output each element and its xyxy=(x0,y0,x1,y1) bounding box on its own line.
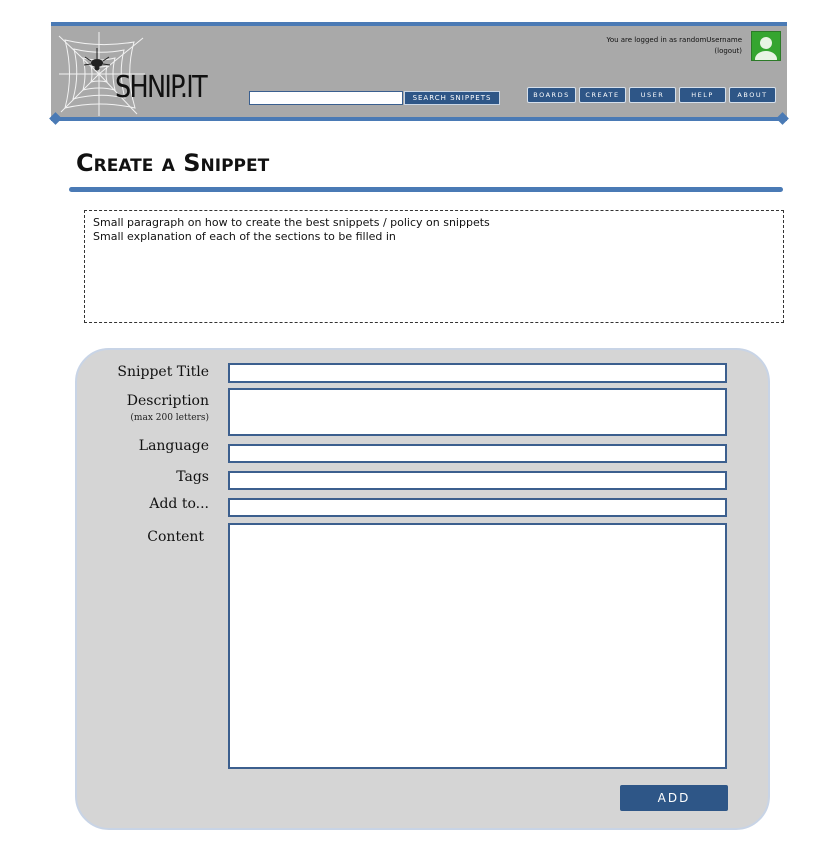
add-to-input[interactable] xyxy=(228,498,727,517)
tags-input[interactable] xyxy=(228,471,727,490)
site-logo[interactable]: SHNIP.IT xyxy=(115,70,208,105)
description-textarea[interactable] xyxy=(228,388,727,436)
description-hint: (max 200 letters) xyxy=(130,413,209,423)
add-to-label: Add to... xyxy=(149,496,209,512)
description-label: Description xyxy=(126,393,209,409)
nav-user-button[interactable]: User xyxy=(629,87,676,103)
info-box: Small paragraph on how to create the bes… xyxy=(84,210,784,323)
nav-boards-button[interactable]: Boards xyxy=(527,87,576,103)
language-label: Language xyxy=(138,438,209,454)
content-label: Content xyxy=(147,529,204,545)
search-input[interactable] xyxy=(249,91,403,105)
snippet-title-input[interactable] xyxy=(228,363,727,383)
login-status-text: You are logged in as randomUsername xyxy=(606,36,742,44)
main-nav: Boards Create User Help About xyxy=(527,87,776,103)
user-silhouette-icon xyxy=(755,37,777,60)
header-bottom-rule xyxy=(51,117,787,121)
logout-link[interactable]: (logout) xyxy=(572,46,742,57)
login-status: You are logged in as randomUsername (log… xyxy=(572,35,742,57)
snippet-title-label: Snippet Title xyxy=(117,364,209,380)
content-textarea[interactable] xyxy=(228,523,727,769)
page-title: Create a Snippet xyxy=(76,149,270,177)
language-input[interactable] xyxy=(228,444,727,463)
site-header: SHNIP.IT Search Snippets Boards Create U… xyxy=(51,26,787,118)
title-underline xyxy=(69,187,783,192)
nav-create-button[interactable]: Create xyxy=(579,87,626,103)
info-line-1: Small paragraph on how to create the bes… xyxy=(93,216,490,229)
info-line-2: Small explanation of each of the section… xyxy=(93,230,396,243)
user-avatar[interactable] xyxy=(751,31,781,61)
search-snippets-button[interactable]: Search Snippets xyxy=(404,91,500,105)
nav-about-button[interactable]: About xyxy=(729,87,776,103)
add-button[interactable]: ADD xyxy=(620,785,728,811)
nav-help-button[interactable]: Help xyxy=(679,87,726,103)
tags-label: Tags xyxy=(176,469,209,485)
